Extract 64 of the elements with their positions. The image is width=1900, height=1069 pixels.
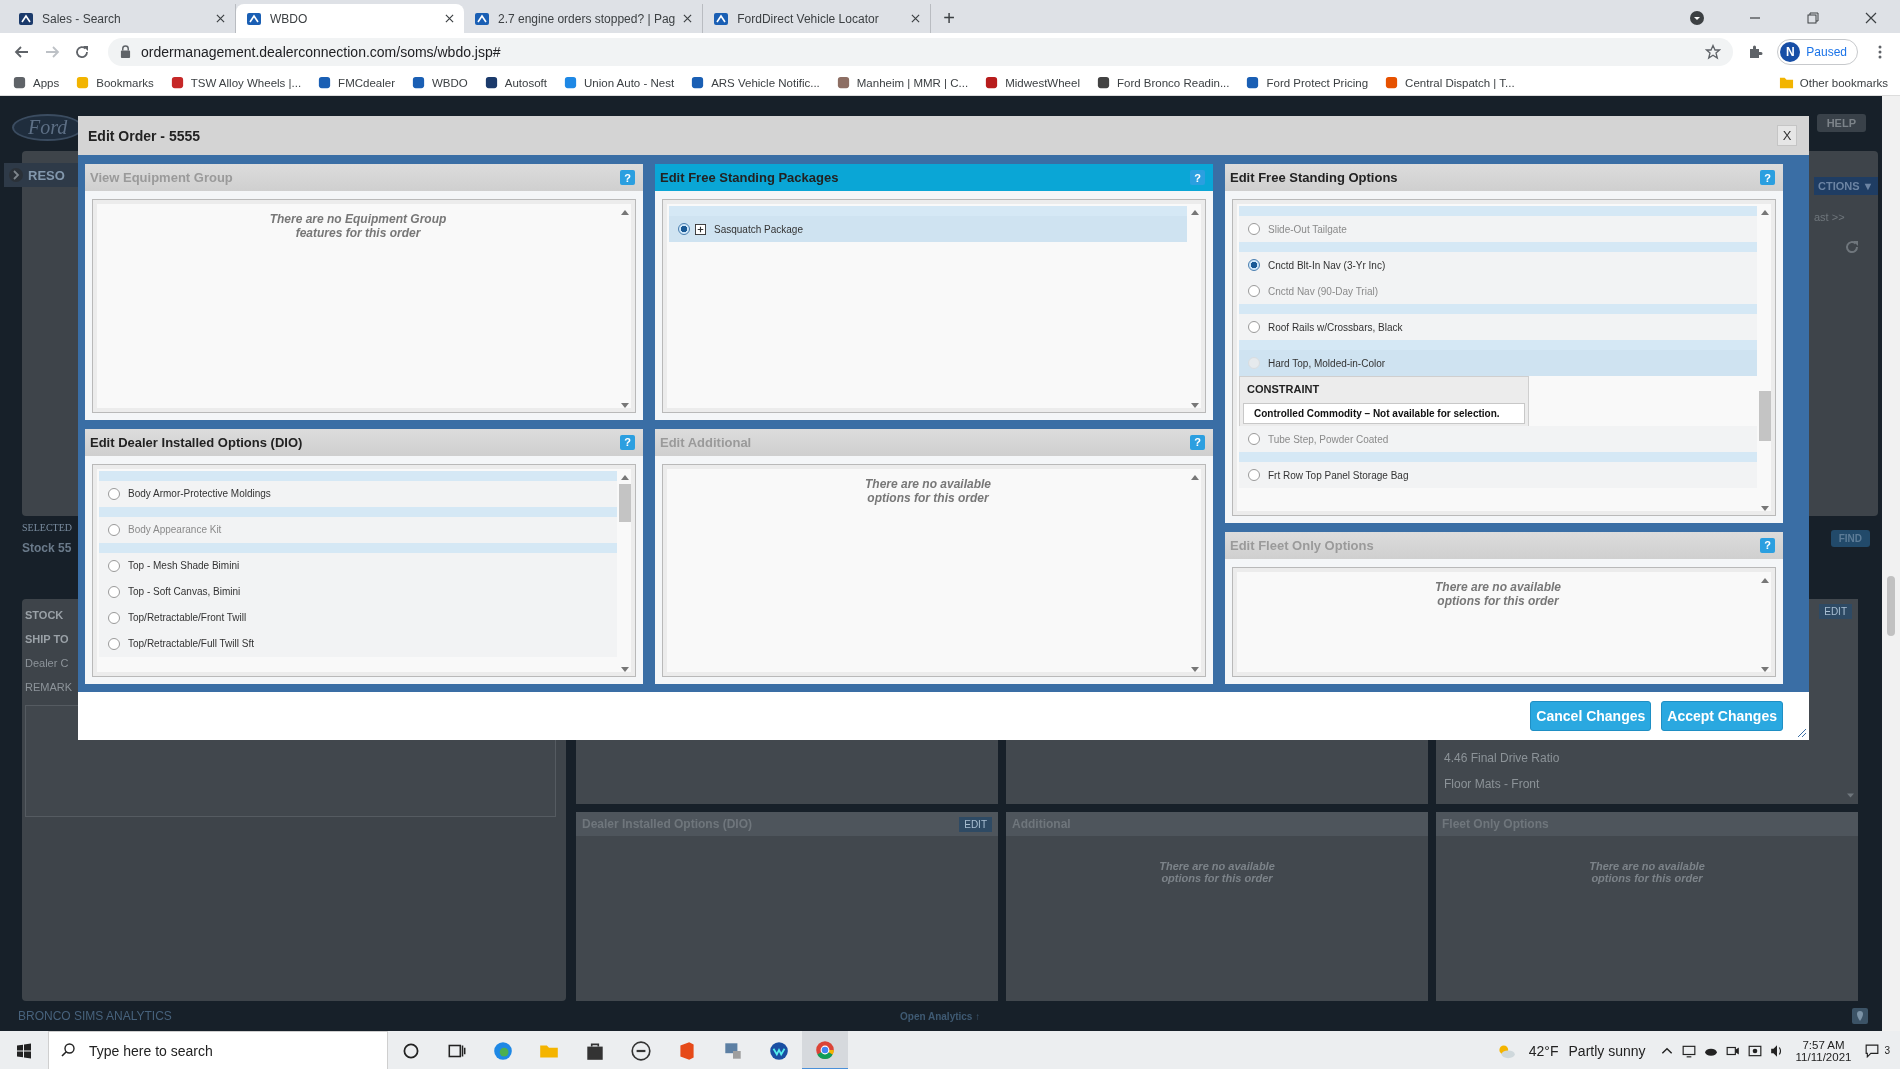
profile-status: Paused [1806, 44, 1847, 59]
empty-message: There are no available options for this order [1588, 860, 1706, 884]
tooltip-message: Controlled Commodity – Not available for selection. [1243, 403, 1525, 424]
option-label: Cnctd Blt-In Nav (3-Yr Inc) [1268, 259, 1386, 271]
option-label: Top/Retractable/Full Twill Sft [128, 638, 254, 649]
notification-count: 3 [1884, 1045, 1890, 1056]
tab-title: WBDO [270, 11, 309, 26]
analytics-title: BRONCO SIMS ANALYTICS [18, 1009, 172, 1023]
empty-message: There are no Equipment Group features for this order [268, 212, 448, 240]
dialog-title: Edit Order - 5555 [88, 127, 201, 144]
panel-title: Edit Fleet Only Options [1230, 537, 1374, 553]
bookmark-label: WBDO [432, 76, 468, 89]
tab-title: Sales - Search [42, 11, 122, 26]
detail-label: Dealer C [25, 657, 69, 669]
panel-title: Edit Additional [660, 434, 752, 450]
url-text: ordermanagement.dealerconnection.com/soms/wbdo.jsp# [141, 43, 501, 60]
panel-title: Edit Dealer Installed Options (DIO) [90, 434, 303, 450]
bookmark-label: FMCdealer [338, 76, 395, 89]
bookmark-label: ARS Vehicle Notific... [711, 76, 820, 89]
option-label: Body Appearance Kit [128, 524, 222, 535]
date-text: 11/11/2021 [1795, 1050, 1852, 1063]
bookmark-label: Ford Protect Pricing [1266, 76, 1369, 89]
bookmark-label: Other bookmarks [1799, 76, 1888, 89]
section-label: SELECTED [22, 522, 72, 533]
detail-label: SHIP TO [25, 633, 69, 645]
sidebar-button-label: RESO [28, 167, 65, 183]
option-label: Top/Retractable/Front Twill [128, 612, 247, 623]
bookmark-label: Union Auto - Nest [584, 76, 675, 89]
panel-title: Edit Free Standing Packages [660, 170, 839, 185]
empty-message: There are no available options for this order [1158, 860, 1276, 884]
bookmark-label: Apps [33, 76, 60, 89]
option-label: Slide-Out Tailgate [1268, 223, 1347, 235]
empty-message: There are no available options for this order [863, 476, 993, 505]
option-label: Body Armor-Protective Moldings [128, 488, 271, 499]
stock-title: Stock 55 [22, 541, 72, 555]
panel-title: Edit Free Standing Options [1230, 170, 1398, 185]
profile-avatar: N [1780, 41, 1801, 62]
option-label: Sasquatch Package [714, 223, 803, 235]
bookmark-label: Bookmarks [96, 76, 154, 89]
feature-item: Floor Mats - Front [1444, 777, 1541, 791]
bookmark-label: Ford Bronco Readin... [1116, 76, 1230, 89]
bookmark-label: Central Dispatch | T... [1405, 76, 1515, 89]
weather-text: Partly sunny [1568, 1042, 1646, 1059]
detail-label: STOCK [25, 609, 64, 621]
option-label: Tube Step, Powder Coated [1268, 433, 1389, 445]
option-label: Top - Mesh Shade Bimini [128, 560, 240, 571]
tab-title: FordDirect Vehicle Locator [737, 11, 880, 26]
tab-title: 2.7 engine orders stopped? | Pag [498, 11, 676, 26]
bookmark-label: Autosoft [504, 76, 547, 89]
bookmark-label: Manheim | MMR | C... [856, 76, 969, 89]
option-label: Roof Rails w/Crossbars, Black [1268, 321, 1403, 333]
option-label: Frt Row Top Panel Storage Bag [1268, 469, 1409, 481]
panel-title: View Equipment Group [90, 170, 233, 185]
temperature: 42°F [1528, 1042, 1559, 1059]
bookmark-label: TSW Alloy Wheels |... [190, 76, 302, 89]
option-label: Top - Soft Canvas, Bimini [128, 586, 241, 597]
feature-item: 4.46 Final Drive Ratio [1444, 751, 1561, 765]
option-label: Cnctd Nav (90-Day Trial) [1268, 285, 1379, 297]
tooltip-title: CONSTRAINT [1246, 382, 1321, 397]
time-text: 7:57 AM [1802, 1038, 1845, 1051]
detail-label: REMARK [25, 681, 73, 693]
empty-message: There are no available options for this order [1433, 579, 1563, 608]
bookmark-label: MidwestWheel [1005, 76, 1080, 89]
option-label: Hard Top, Molded-in-Color [1268, 357, 1386, 369]
